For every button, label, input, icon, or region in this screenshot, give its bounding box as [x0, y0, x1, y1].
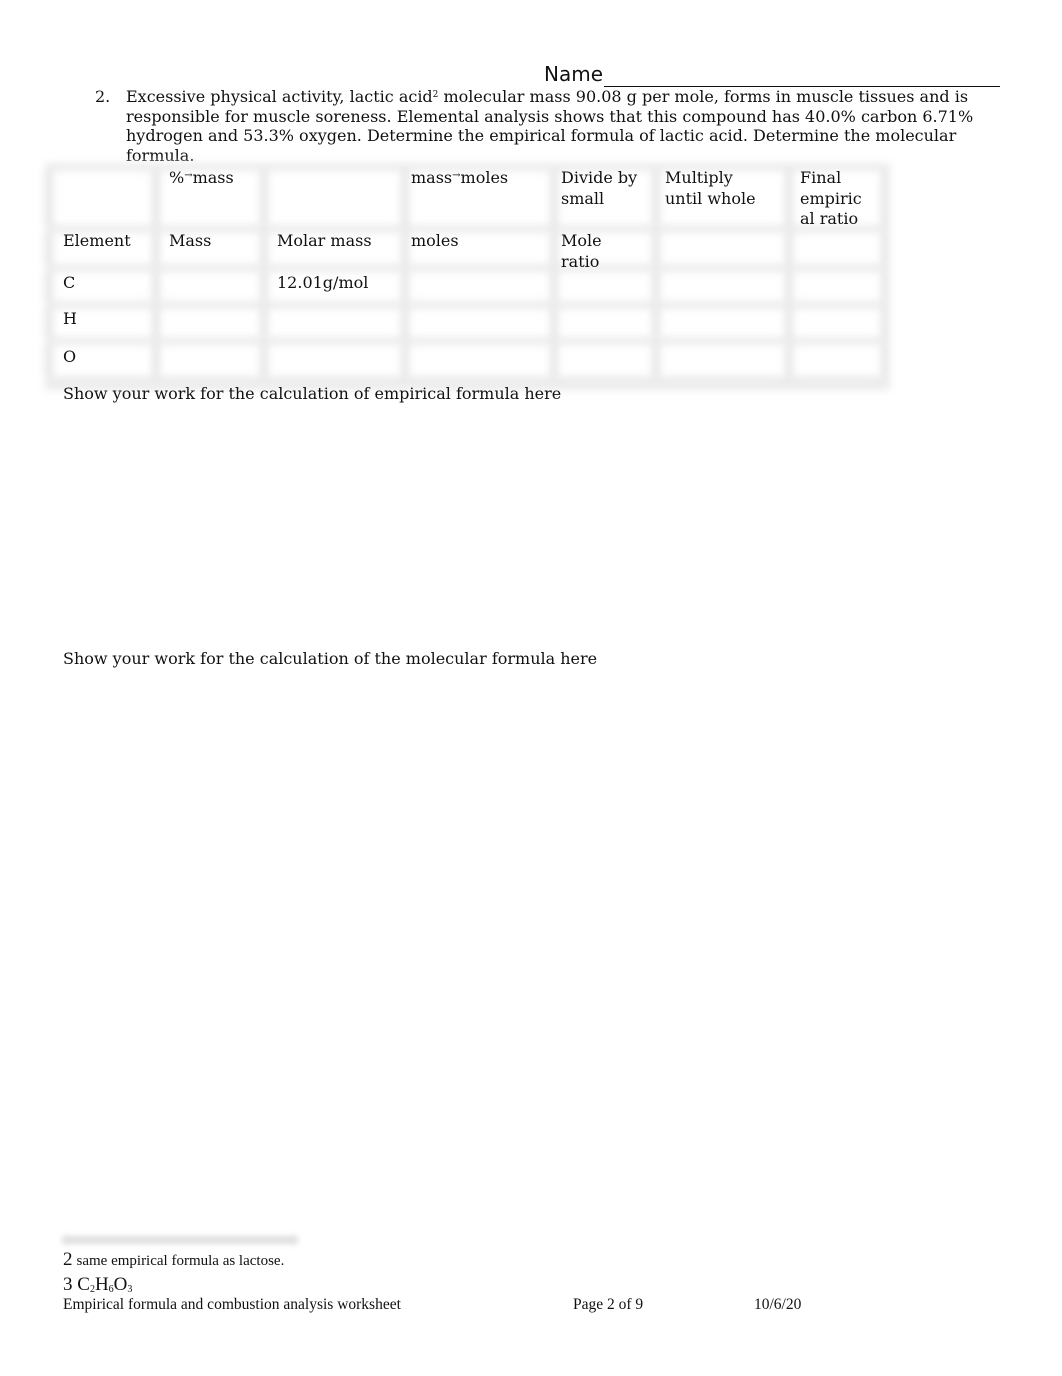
- col-header-element: Element: [63, 231, 131, 250]
- col-header-mole-ratio: Mole ratio: [561, 231, 602, 271]
- header-final-empirical-ratio: Final empiric al ratio: [800, 168, 862, 228]
- footnote-text: same empirical formula as lactose.: [76, 1253, 285, 1269]
- molar-mass-cell[interactable]: 12.01g/mol: [277, 273, 368, 294]
- question-text: Excessive physical activity, lactic acid…: [126, 87, 996, 165]
- footer-date: 10/6/20: [754, 1296, 802, 1313]
- chemical-formula: C2H6O3: [77, 1274, 133, 1295]
- footer-title: Empirical formula and combustion analysi…: [63, 1296, 401, 1313]
- element-cell: C: [63, 273, 76, 292]
- element-cell: H: [63, 309, 77, 328]
- footnote-separator: [62, 1236, 298, 1244]
- molecular-work-prompt: Show your work for the calculation of th…: [63, 649, 598, 668]
- footnote-number: 2: [63, 1249, 73, 1270]
- footnote-3: 3 C2H6O3: [63, 1274, 132, 1296]
- header-mass-to-moles: mass→moles: [411, 168, 509, 187]
- name-field: Name: [544, 61, 1001, 87]
- footnote-ref[interactable]: 2: [433, 90, 439, 100]
- col-header-mass: Mass: [169, 231, 212, 250]
- name-label: Name: [544, 62, 604, 86]
- header-multiply-until-whole: Multiply until whole: [665, 168, 756, 208]
- footer-page-number: Page 2 of 9: [573, 1296, 644, 1313]
- col-header-molar-mass: Molar mass: [277, 231, 372, 250]
- name-blank-line[interactable]: [604, 64, 1001, 87]
- arrow-icon: →: [452, 170, 461, 181]
- arrow-icon: →: [184, 170, 193, 181]
- header-divide-by-small: Divide by small: [561, 168, 638, 208]
- empirical-work-prompt: Show your work for the calculation of em…: [63, 384, 562, 403]
- question-text-start: Excessive physical activity, lactic acid: [126, 87, 433, 106]
- table-grid: [45, 163, 890, 390]
- empirical-formula-table: %→mass mass→moles Divide by small Multip…: [45, 163, 890, 390]
- footnote-number: 3: [63, 1274, 73, 1295]
- question-number: 2.: [95, 87, 111, 106]
- footnote-2: 2 same empirical formula as lactose.: [63, 1249, 284, 1271]
- header-pct-to-mass: %→mass: [169, 168, 234, 187]
- element-cell: O: [63, 347, 77, 366]
- col-header-moles: moles: [411, 231, 459, 250]
